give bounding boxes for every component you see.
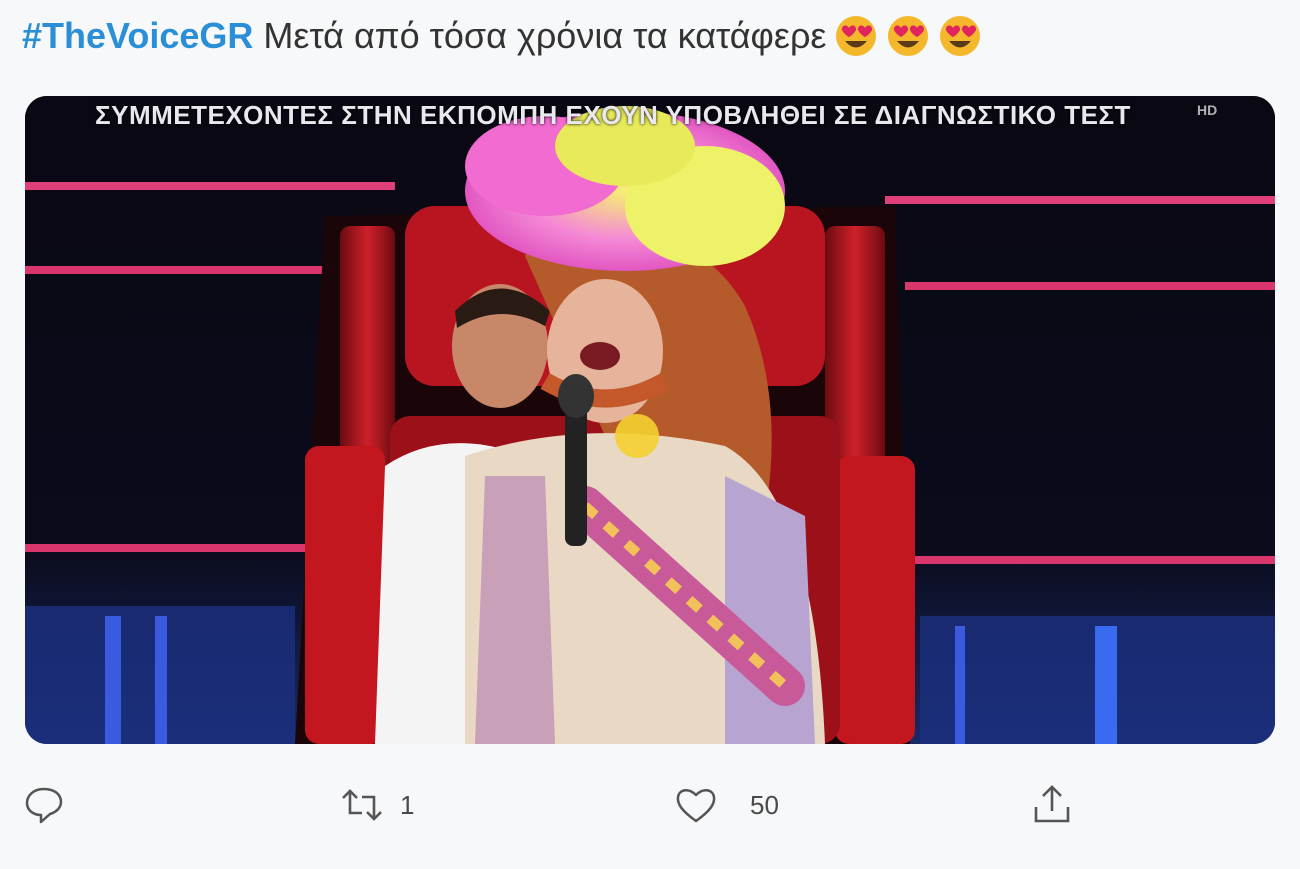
tweet-body: Μετά από τόσα χρόνια τα κατάφερε	[263, 15, 827, 56]
broadcast-ticker: ΣΥΜΜΕΤΕΧΟΝΤΕΣ ΣΤΗΝ ΕΚΠΟΜΠΗ ΕΧΟΥΝ ΥΠΟΒΛΗΘ…	[95, 100, 1131, 130]
share-icon	[1034, 785, 1070, 823]
hd-badge: HD	[1197, 102, 1218, 118]
share-button[interactable]	[1030, 780, 1090, 830]
heart-eyes-emoji	[888, 16, 929, 56]
reply-icon	[25, 787, 63, 824]
like-button[interactable]: 50	[674, 780, 779, 830]
retweet-count: 1	[400, 789, 415, 820]
tweet-text: #TheVoiceGR Μετά από τόσα χρόνια τα κατά…	[22, 10, 982, 62]
retweet-button[interactable]: 1	[340, 780, 414, 830]
hashtag-link[interactable]: #TheVoiceGR	[22, 10, 253, 62]
like-count: 50	[750, 789, 779, 820]
heart-icon	[676, 789, 716, 823]
reply-button[interactable]	[22, 780, 82, 830]
tweet-media-image[interactable]: ΣΥΜΜΕΤΕΧΟΝΤΕΣ ΣΤΗΝ ΕΚΠΟΜΠΗ ΕΧΟΥΝ ΥΠΟΒΛΗΘ…	[25, 96, 1275, 744]
retweet-icon	[342, 789, 382, 821]
tweet-actions-bar: 1 50	[0, 770, 1300, 840]
heart-eyes-emoji	[836, 16, 877, 56]
heart-eyes-emoji	[940, 16, 981, 56]
video-frame	[25, 96, 1275, 744]
